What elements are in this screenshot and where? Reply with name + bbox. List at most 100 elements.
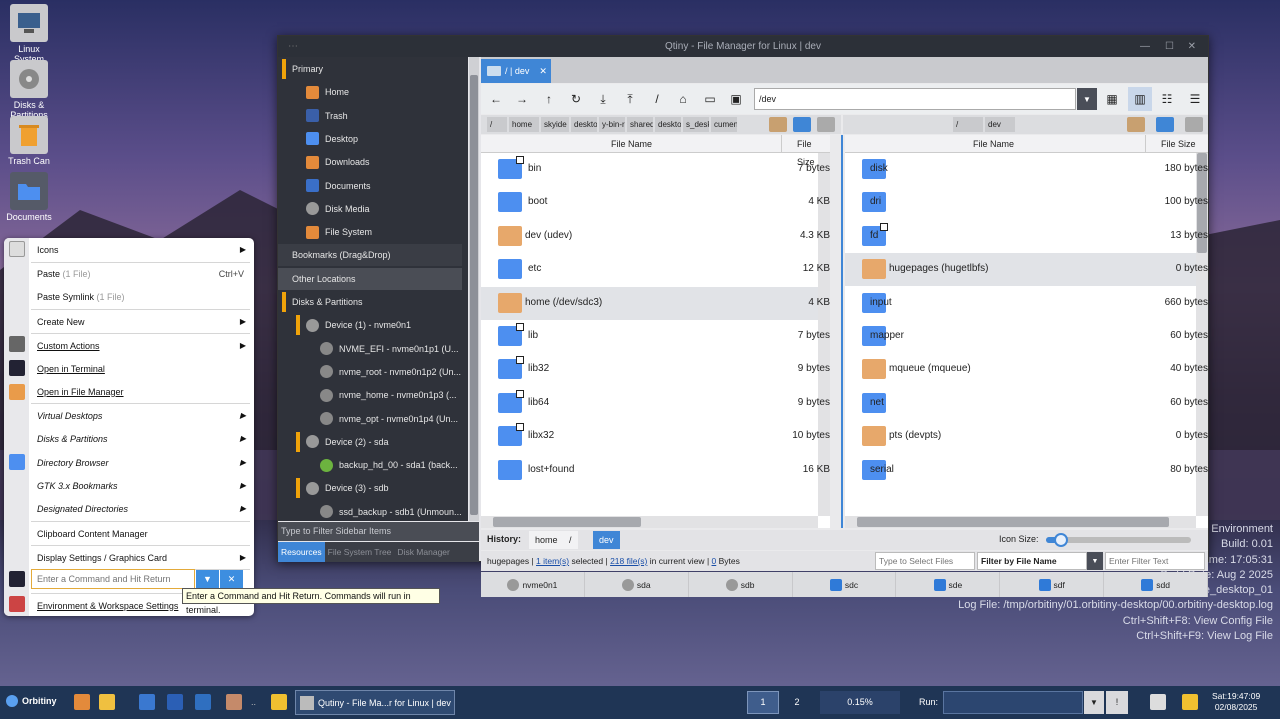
sidebar-item[interactable]: Device (1) - nvme0n1 [306,314,462,336]
sidebar-item[interactable]: File System [306,221,462,243]
power-icon[interactable] [1182,694,1198,710]
filter-text-input[interactable] [1105,552,1205,570]
icon-size-slider[interactable] [1046,533,1191,547]
refresh-icon[interactable]: ↻ [564,87,588,111]
calculator-icon[interactable] [226,694,242,710]
task-file-manager[interactable]: Qutiny - File Ma...r for Linux | dev [295,690,455,715]
desktop-icon-trash[interactable]: Trash Can [3,116,55,166]
file-row[interactable]: fd 13 bytes [845,220,1208,253]
command-input[interactable] [31,569,195,589]
up-icon[interactable]: ↑ [537,87,561,111]
upload-icon[interactable]: ⤒ [618,87,642,111]
file-row[interactable]: etc 12 KB [481,253,830,286]
download-icon[interactable]: ⤓ [591,87,615,111]
slider-handle[interactable] [1053,533,1068,547]
sidebar-item[interactable]: Disks & Partitions [292,291,462,313]
list-view-icon[interactable]: ☷ [1155,87,1179,111]
breadcrumb-segment[interactable]: shared [627,117,653,132]
open-folder-icon[interactable] [769,117,787,132]
sidebar-item[interactable]: NVME_EFI - nvme0n1p1 (U... [320,338,462,360]
breadcrumb-segment[interactable]: desktop [655,117,681,132]
file-row[interactable]: lib 7 bytes [481,320,830,353]
file-row[interactable]: lib64 9 bytes [481,387,830,420]
forward-icon[interactable]: → [510,87,534,111]
add-icon[interactable] [817,117,835,132]
horizontal-scrollbar[interactable] [481,516,818,528]
file-row[interactable]: dev (udev) 4.3 KB [481,220,830,253]
file-row[interactable]: mqueue (mqueue) 40 bytes [845,353,1208,386]
sidebar-item[interactable]: Documents [306,175,462,197]
desktop-icon-documents[interactable]: Documents [3,172,55,222]
command-dropdown-button[interactable]: ▼ [196,570,219,588]
menu-item-directory-browser[interactable]: Directory Browser ▶ [31,451,250,474]
home-icon[interactable]: ⌂ [671,87,695,111]
menu-item-disks-partitions[interactable]: Disks & Partitions ▶ [31,427,250,450]
menu-item-designated-directories[interactable]: Designated Directories ▶ [31,497,250,520]
breadcrumb-segment[interactable]: cumen [711,117,737,132]
breadcrumb-segment[interactable]: desktop [571,117,597,132]
sidebar-item[interactable]: ssd_backup - sdb1 (Unmoun... [320,501,462,523]
menu-item-paste[interactable]: Paste (1 File) Ctrl+V [31,262,250,285]
file-row[interactable]: hugepages (hugetlbfs) 0 bytes [845,253,1208,287]
history-item[interactable]: dev [593,531,620,549]
remote-desktop-icon[interactable] [195,694,211,710]
terminal-icon[interactable]: ▭ [698,87,722,111]
close-icon[interactable]: ✕ [1188,36,1196,57]
breadcrumb-segment[interactable]: / [487,117,507,132]
menu-item-clipboard-manager[interactable]: Clipboard Content Manager [31,522,250,545]
sidebar-item[interactable]: Device (2) - sda [306,431,462,453]
tab-resources[interactable]: Resources [278,542,325,562]
sidebar-item[interactable]: Other Locations [278,267,462,290]
overflow-icon[interactable]: .. [251,697,256,707]
add-icon[interactable] [1185,117,1203,132]
file-row[interactable]: disk 180 bytes [845,153,1208,186]
icon-view-icon[interactable]: ▦ [1100,87,1124,111]
file-row[interactable]: input 660 bytes [845,287,1208,320]
filter-mode-dropdown[interactable]: ▼ [1087,552,1103,570]
col-size-header[interactable]: File Size [781,135,830,167]
close-tab-icon[interactable]: ✕ [539,66,547,77]
pane-divider[interactable] [841,135,843,528]
sidebar-item[interactable]: Desktop [306,128,462,150]
menu-item-custom-actions[interactable]: Custom Actions ▶ [31,334,250,357]
file-row[interactable]: net 60 bytes [845,387,1208,420]
file-row[interactable]: lost+found 16 KB [481,454,830,487]
breadcrumb-segment[interactable]: skyide [541,117,569,132]
file-row[interactable]: dri 100 bytes [845,186,1208,219]
history-item[interactable]: / [563,531,578,549]
sidebar-item[interactable]: Trash [306,105,462,127]
file-row[interactable]: serial 80 bytes [845,454,1208,487]
sidebar-item[interactable]: nvme_root - nvme0n1p2 (Un... [320,361,462,383]
sidebar-item[interactable]: Bookmarks (Drag&Drop) [278,244,462,267]
menu-item-gtk-bookmarks[interactable]: GTK 3.x Bookmarks ▶ [31,474,250,497]
open-folder-icon[interactable] [1127,117,1145,132]
file-row[interactable]: boot 4 KB [481,186,830,219]
device-button[interactable]: sde [896,572,1001,597]
sidebar-item[interactable]: Downloads [306,151,462,173]
menu-item-create-new[interactable]: Create New ▶ [31,310,250,333]
sidebar-filter-input[interactable]: Type to Filter Sidebar Items [278,522,479,541]
command-clear-button[interactable]: ✕ [220,570,243,588]
start-button[interactable]: Orbitiny [6,695,57,707]
sidebar-item[interactable]: backup_hd_00 - sda1 (back... [320,454,462,476]
breadcrumb-segment[interactable]: y-bin-r [599,117,625,132]
sidebar-item[interactable]: nvme_opt - nvme0n1p4 (Un... [320,408,462,430]
col-name-header[interactable]: File Name [611,135,652,153]
open-folder-icon[interactable]: ▣ [724,87,748,111]
tab-dev[interactable]: / | dev ✕ [481,59,551,83]
file-row[interactable]: libx32 10 bytes [481,420,830,453]
sidebar-item[interactable]: Primary [292,58,462,80]
file-row[interactable]: lib32 9 bytes [481,353,830,386]
sidebar-item[interactable]: Device (3) - sdb [306,477,462,499]
back-icon[interactable]: ← [484,87,508,111]
device-button[interactable]: sdf [1000,572,1105,597]
tab-file-system-tree[interactable]: File System Tree [325,542,395,562]
browser-icon[interactable] [139,694,155,710]
maximize-icon[interactable]: ☐ [1165,36,1174,57]
workspace-1[interactable]: 1 [747,691,779,714]
path-input[interactable]: /dev [754,88,1076,110]
menu-item-icons[interactable]: Icons ▶ [31,238,250,261]
run-dropdown[interactable]: ▼ [1084,691,1104,714]
select-files-input[interactable] [875,552,975,570]
clock[interactable]: Sat:19:47:09 02/08/2025 [1212,691,1260,713]
